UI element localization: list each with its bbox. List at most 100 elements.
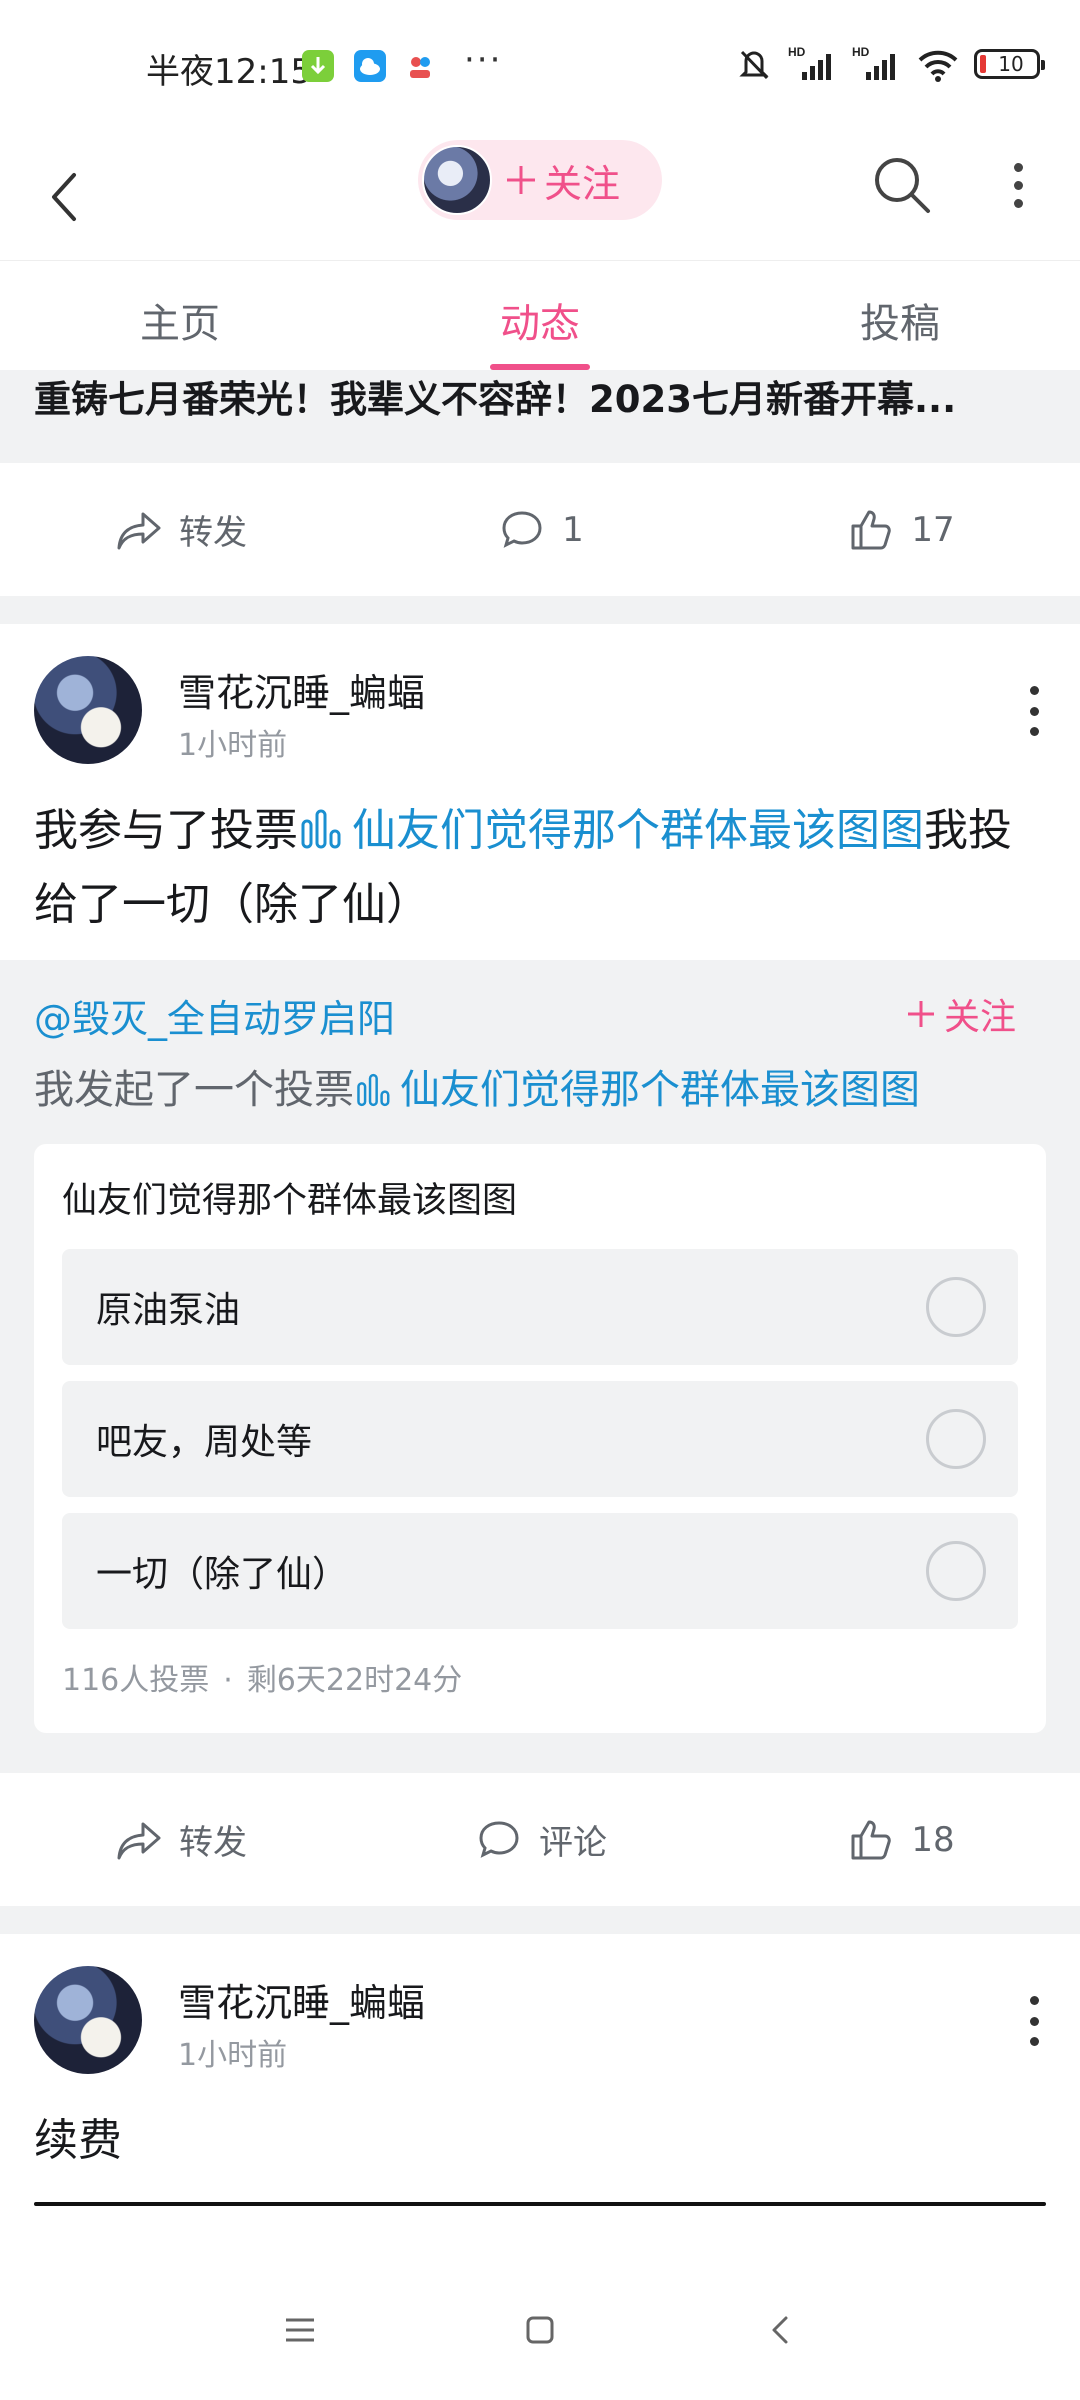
follow-text: 关注 xyxy=(544,161,621,206)
like-count: 17 xyxy=(911,509,955,550)
media-preview[interactable] xyxy=(34,2202,1046,2206)
dot xyxy=(1029,2016,1039,2026)
radio-button[interactable] xyxy=(926,1541,986,1601)
vote-link[interactable]: 仙友们觉得那个群体最该图图 xyxy=(352,805,924,856)
plus-icon xyxy=(507,166,535,194)
more-notifications-icon: ··· xyxy=(464,40,503,80)
previous-post-title: 重铸七月番荣光！我辈义不容辞！2023七月新番开幕... xyxy=(34,378,957,421)
comment-icon xyxy=(502,510,542,548)
repost-button[interactable]: 转发 xyxy=(0,1814,360,1866)
comment-icon xyxy=(479,1820,519,1858)
post-time: 1小时前 xyxy=(178,728,288,763)
tab-bar: 主页 动态 投稿 xyxy=(0,260,1080,370)
feed[interactable]: 重铸七月番荣光！我辈义不容辞！2023七月新番开幕... 转发 1 17 雪花沉… xyxy=(0,370,1080,2260)
repost-button[interactable]: 转发 xyxy=(0,504,360,556)
previous-post-preview[interactable]: 重铸七月番荣光！我辈义不容辞！2023七月新番开幕... xyxy=(0,370,1080,463)
thumbs-up-icon xyxy=(851,1820,892,1859)
repost-header: @毁灭_全自动罗启阳 关注 xyxy=(34,988,1046,1048)
dot xyxy=(1029,1996,1039,2005)
comment-button[interactable]: 1 xyxy=(360,504,720,556)
menu-icon xyxy=(286,2318,314,2342)
follow-label: 关注 xyxy=(504,153,620,208)
post-card[interactable]: 雪花沉睡_蝙蝠 1小时前 续费 xyxy=(0,1934,1080,2206)
recent-apps-button[interactable] xyxy=(270,2300,330,2360)
vote-title: 仙友们觉得那个群体最该图图 xyxy=(62,1181,518,1221)
battery-icon: 10 xyxy=(974,49,1045,79)
share-icon xyxy=(117,1822,161,1859)
search-button[interactable] xyxy=(870,153,934,217)
back-button[interactable] xyxy=(36,157,92,237)
vote-participants: 116人投票 xyxy=(62,1663,210,1698)
author-name[interactable]: 雪花沉睡_蝙蝠 xyxy=(178,1972,425,2027)
radio-button[interactable] xyxy=(926,1277,986,1337)
status-bar: 半夜12:15 ··· HD HD 10 xyxy=(0,0,1080,135)
repost-label: 转发 xyxy=(179,1823,247,1863)
home-button[interactable] xyxy=(510,2300,570,2360)
tab-home[interactable]: 主页 xyxy=(0,261,360,370)
divider xyxy=(0,596,1080,624)
like-button[interactable]: 17 xyxy=(720,504,1080,556)
vote-icon xyxy=(357,1073,390,1107)
repost-user-link[interactable]: @毁灭_全自动罗启阳 xyxy=(34,997,395,1041)
post-card[interactable]: 雪花沉睡_蝙蝠 1小时前 我参与了投票 仙友们觉得那个群体最该图图我投给了一切（除… xyxy=(0,624,1080,1906)
dot xyxy=(1029,706,1039,716)
comment-count: 1 xyxy=(562,509,584,550)
post-time: 1小时前 xyxy=(178,2038,288,2073)
vote-option[interactable]: 吧友，周处等 xyxy=(62,1381,1018,1497)
like-button[interactable]: 18 xyxy=(720,1814,1080,1866)
avatar[interactable] xyxy=(34,1966,142,2074)
vote-remaining: 剩6天22时24分 xyxy=(246,1663,463,1698)
post-text: 我参与了投票 仙友们觉得那个群体最该图图我投给了一切（除了仙） xyxy=(0,794,1080,942)
cloud-app-icon xyxy=(354,50,386,82)
status-time: 半夜12:15 xyxy=(146,52,312,92)
download-app-icon xyxy=(302,50,334,82)
divider xyxy=(0,1906,1080,1934)
vote-card[interactable]: 仙友们觉得那个群体最该图图 原油泵油 吧友，周处等 一切（除了仙） 116人投票… xyxy=(34,1144,1046,1733)
vote-icon xyxy=(301,809,341,849)
repost-label: 转发 xyxy=(179,513,247,553)
hd-label: HD xyxy=(852,45,870,59)
square-icon xyxy=(526,2316,554,2344)
avatar[interactable] xyxy=(34,656,142,764)
vote-option[interactable]: 原油泵油 xyxy=(62,1249,1018,1365)
post-text-before: 我参与了投票 xyxy=(34,805,298,856)
post-header: 雪花沉睡_蝙蝠 1小时前 xyxy=(0,1934,1080,2104)
mute-bell-icon xyxy=(739,50,769,80)
plus-icon xyxy=(907,1001,934,1027)
post-header: 雪花沉睡_蝙蝠 1小时前 xyxy=(0,624,1080,794)
comment-label: 评论 xyxy=(539,1823,607,1863)
app-header: 关注 xyxy=(0,135,1080,260)
signal-1-icon: HD xyxy=(788,45,831,80)
post-more-button[interactable] xyxy=(1024,1996,1044,2046)
vote-link[interactable]: 仙友们觉得那个群体最该图图 xyxy=(400,1067,920,1113)
more-options-button[interactable] xyxy=(1000,153,1036,217)
vote-option-label: 吧友，周处等 xyxy=(96,1422,313,1463)
follow-pill-button[interactable]: 关注 xyxy=(418,140,662,220)
avatar xyxy=(422,145,492,215)
status-indicators: HD HD 10 xyxy=(734,44,1045,84)
comment-button[interactable]: 评论 xyxy=(360,1814,720,1866)
post-actions: 转发 评论 18 xyxy=(0,1773,1080,1906)
tab-contributions[interactable]: 投稿 xyxy=(720,261,1080,370)
dot xyxy=(1029,686,1039,695)
system-back-button[interactable] xyxy=(750,2300,810,2360)
baidu-app-icon xyxy=(404,50,436,82)
chevron-left-icon xyxy=(52,173,76,221)
vote-option[interactable]: 一切（除了仙） xyxy=(62,1513,1018,1629)
vote-option-label: 原油泵油 xyxy=(96,1290,241,1331)
radio-button[interactable] xyxy=(926,1409,986,1469)
tab-dynamics[interactable]: 动态 xyxy=(360,261,720,370)
post-more-button[interactable] xyxy=(1024,686,1044,736)
reposted-content[interactable]: @毁灭_全自动罗启阳 关注 我发起了一个投票 仙友们觉得那个群体最该图图 仙友们觉… xyxy=(0,960,1080,1773)
wifi-icon xyxy=(918,50,958,82)
signal-2-icon: HD xyxy=(852,45,895,80)
hd-label: HD xyxy=(788,45,806,59)
thumbs-up-icon xyxy=(851,510,892,549)
author-name[interactable]: 雪花沉睡_蝙蝠 xyxy=(178,662,425,717)
repost-follow-button[interactable]: 关注 xyxy=(906,988,1016,1040)
vote-option-label: 一切（除了仙） xyxy=(96,1554,349,1595)
repost-follow-label: 关注 xyxy=(943,997,1016,1038)
post-text: 续费 xyxy=(34,2115,122,2166)
dot xyxy=(1029,2037,1039,2046)
like-count: 18 xyxy=(911,1819,955,1860)
